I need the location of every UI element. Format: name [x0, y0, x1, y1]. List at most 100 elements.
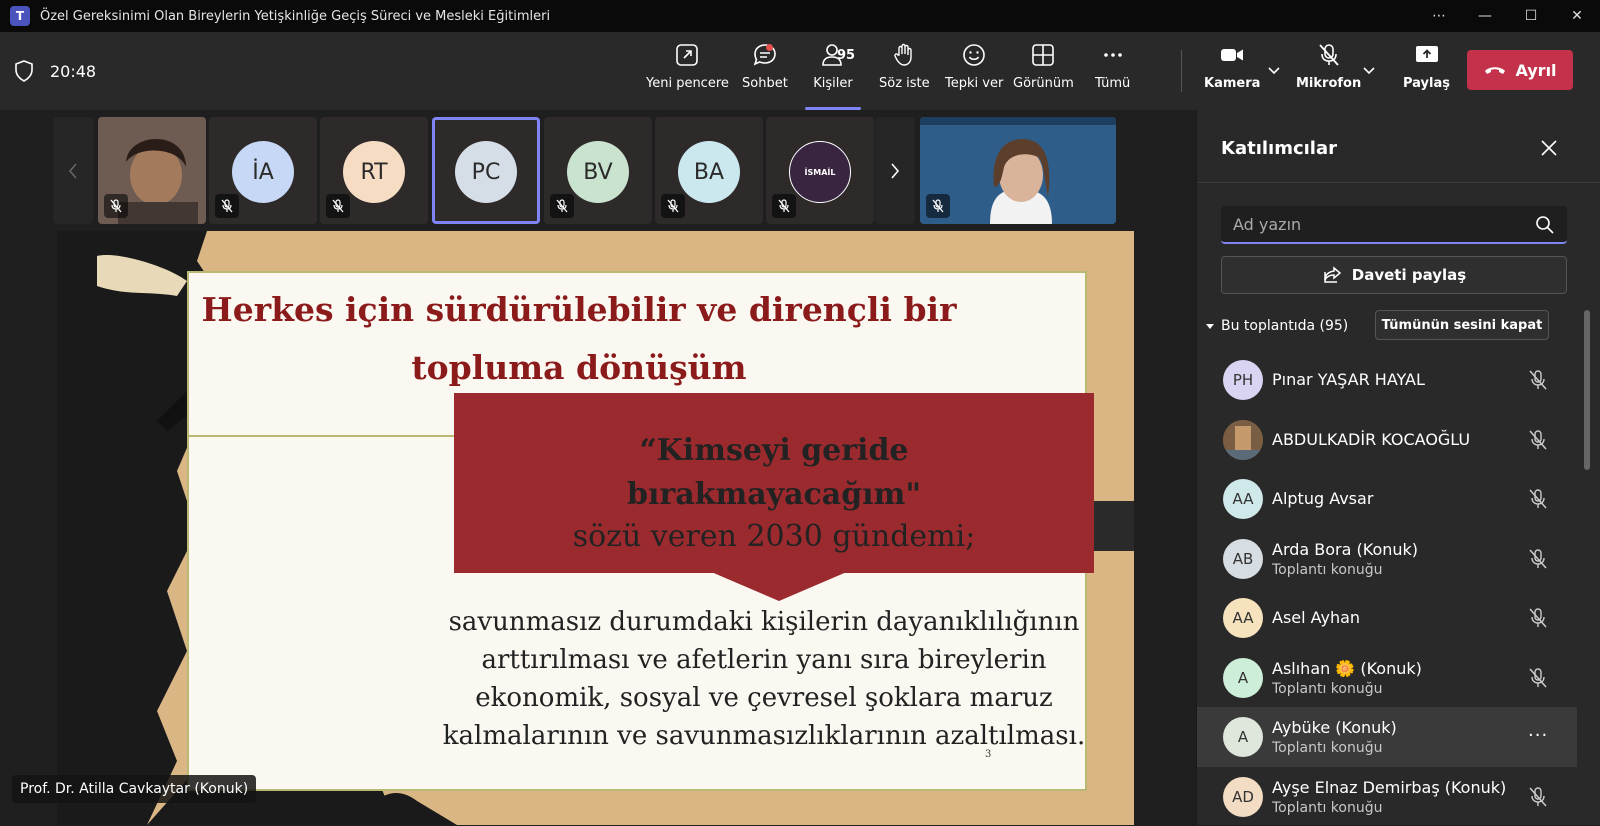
gallery-prev-button[interactable] — [53, 117, 93, 224]
participant-name: Aybüke (Konuk) — [1272, 718, 1397, 737]
new-window-button[interactable]: Yeni pencere — [646, 42, 729, 102]
mute-all-button[interactable]: Tümünün sesini kapat — [1375, 310, 1549, 340]
presenter-video-tile[interactable] — [920, 117, 1116, 224]
slide-content-box: Herkes için sürdürülebilir ve dirençli b… — [187, 271, 1087, 791]
shield-icon — [14, 60, 34, 82]
participant-tile-video-1[interactable] — [98, 117, 206, 224]
participant-row[interactable]: ABDULKADİR KOCAOĞLU — [1197, 410, 1577, 470]
more-actions-button[interactable]: Tümü — [1095, 42, 1130, 102]
participant-row[interactable]: A Aslıhan 🌼 (Konuk) Toplantı konuğu — [1197, 648, 1577, 708]
search-input[interactable] — [1233, 206, 1523, 242]
gallery-next-button[interactable] — [875, 117, 915, 224]
more-icon — [1100, 42, 1126, 68]
share-screen-icon — [1414, 42, 1440, 68]
camera-button[interactable]: Kamera — [1204, 42, 1260, 102]
raise-hand-button[interactable]: Söz iste — [879, 42, 930, 102]
title-bar: T Özel Gereksinimi Olan Bireylerin Yetiş… — [0, 0, 1600, 32]
participant-row[interactable]: AA Alptug Avsar — [1197, 469, 1577, 529]
people-label: Kişiler — [813, 76, 852, 91]
more-options-icon[interactable]: ⋯ — [1416, 0, 1462, 32]
participant-row[interactable]: AB Arda Bora (Konuk) Toplantı konuğu — [1197, 529, 1577, 589]
avatar: AD — [1223, 777, 1263, 817]
slide-quote-line-1: “Kimseyi geride — [454, 429, 1094, 473]
participant-row[interactable]: PH Pınar YAŞAR HAYAL — [1197, 350, 1577, 410]
participant-name: Pınar YAŞAR HAYAL — [1272, 370, 1425, 389]
react-button[interactable]: Tepki ver — [945, 42, 1003, 102]
chevron-right-icon — [888, 161, 902, 181]
participant-row[interactable]: AA Asel Ayhan — [1197, 588, 1577, 648]
camera-label: Kamera — [1204, 76, 1260, 91]
shared-presentation-slide: Herkes için sürdürülebilir ve dirençli b… — [57, 231, 1134, 825]
chat-label: Sohbet — [742, 76, 788, 91]
avatar: AA — [1223, 479, 1263, 519]
chat-button[interactable]: Sohbet — [742, 42, 788, 102]
participant-row[interactable]: AD Ayşe Elnaz Demirbaş (Konuk) Toplantı … — [1197, 767, 1577, 826]
tile-mic-off-icon — [104, 194, 128, 218]
share-invite-button[interactable]: Daveti paylaş — [1221, 256, 1567, 294]
tile-mic-off-icon — [215, 194, 239, 218]
leave-button[interactable]: Ayrıl — [1467, 50, 1573, 90]
meeting-toolbar: 20:48 Yeni pencere Sohbet 95 Kişiler Söz… — [0, 32, 1600, 110]
participant-tile-ismail[interactable]: İSMAİL — [766, 117, 874, 224]
window-title: Özel Gereksinimi Olan Bireylerin Yetişki… — [40, 9, 550, 24]
meeting-timer: 20:48 — [50, 62, 96, 81]
slide-quote: “Kimseyi geride bırakmayacağım" — [454, 429, 1094, 517]
search-icon — [1535, 215, 1555, 235]
slide-title-line-1: Herkes için sürdürülebilir ve dirençli b… — [199, 281, 959, 339]
more-options-icon[interactable]: ··· — [1528, 725, 1548, 746]
participant-tile-bv[interactable]: BV — [544, 117, 652, 224]
section-label: Bu toplantıda (95) — [1221, 318, 1348, 334]
panel-scrollbar[interactable] — [1584, 310, 1590, 470]
participant-name: Ayşe Elnaz Demirbaş (Konuk) — [1272, 778, 1506, 797]
mic-off-icon — [1527, 488, 1549, 510]
share-button[interactable]: Paylaş — [1403, 42, 1450, 102]
participant-tile-ba[interactable]: BA — [655, 117, 763, 224]
view-button[interactable]: Görünüm — [1013, 42, 1074, 102]
participant-tile-ia[interactable]: İA — [209, 117, 317, 224]
camera-options-chevron-icon[interactable] — [1266, 62, 1282, 78]
avatar: A — [1223, 658, 1263, 698]
tile-mic-off-icon — [550, 194, 574, 218]
avatar: AB — [1223, 539, 1263, 579]
react-label: Tepki ver — [945, 76, 1003, 91]
participant-role: Toplantı konuğu — [1272, 800, 1382, 816]
share-icon — [1322, 265, 1342, 285]
in-meeting-section-toggle[interactable]: Bu toplantıda (95) — [1205, 318, 1348, 334]
people-button[interactable]: 95 Kişiler — [813, 42, 853, 102]
leave-label: Ayrıl — [1515, 61, 1556, 80]
hang-up-icon — [1483, 63, 1507, 77]
mic-off-icon — [1527, 667, 1549, 689]
slide-body-line-2: arttırılması ve afetlerin yanı sıra bire… — [434, 641, 1094, 679]
maximize-button[interactable]: ☐ — [1508, 0, 1554, 32]
minimize-button[interactable]: — — [1462, 0, 1508, 32]
mic-off-icon — [1316, 42, 1342, 68]
share-invite-label: Daveti paylaş — [1352, 266, 1466, 284]
unread-dot — [766, 44, 773, 51]
panel-divider — [1197, 182, 1600, 183]
avatar: AA — [1223, 598, 1263, 638]
participant-name: ABDULKADİR KOCAOĞLU — [1272, 430, 1470, 449]
microphone-button[interactable]: Mikrofon — [1296, 42, 1361, 102]
participant-role: Toplantı konuğu — [1272, 681, 1382, 697]
slide-body-line-1: savunmasız durumdaki kişilerin dayanıklı… — [434, 603, 1094, 641]
mic-options-chevron-icon[interactable] — [1361, 62, 1377, 78]
close-icon[interactable] — [1539, 138, 1559, 158]
mic-off-icon — [1527, 548, 1549, 570]
share-label: Paylaş — [1403, 76, 1450, 91]
tile-mic-off-icon — [926, 194, 950, 218]
participant-tile-rt[interactable]: RT — [320, 117, 428, 224]
mic-off-icon — [1527, 429, 1549, 451]
participant-row[interactable]: A Aybüke (Konuk) Toplantı konuğu ··· — [1197, 707, 1577, 767]
participant-name: Alptug Avsar — [1272, 489, 1373, 508]
participant-tile-pc[interactable]: PC — [432, 117, 540, 224]
close-window-button[interactable]: ✕ — [1554, 0, 1600, 32]
emoji-icon — [961, 42, 987, 68]
view-label: Görünüm — [1013, 76, 1074, 91]
slide-quote-sub: sözü veren 2030 gündemi; — [454, 519, 1094, 554]
avatar: BV — [567, 141, 629, 203]
panel-title: Katılımcılar — [1221, 138, 1337, 159]
avatar: İSMAİL — [789, 141, 851, 203]
participant-search[interactable] — [1221, 206, 1567, 244]
tile-mic-off-icon — [326, 194, 350, 218]
avatar: BA — [678, 141, 740, 203]
